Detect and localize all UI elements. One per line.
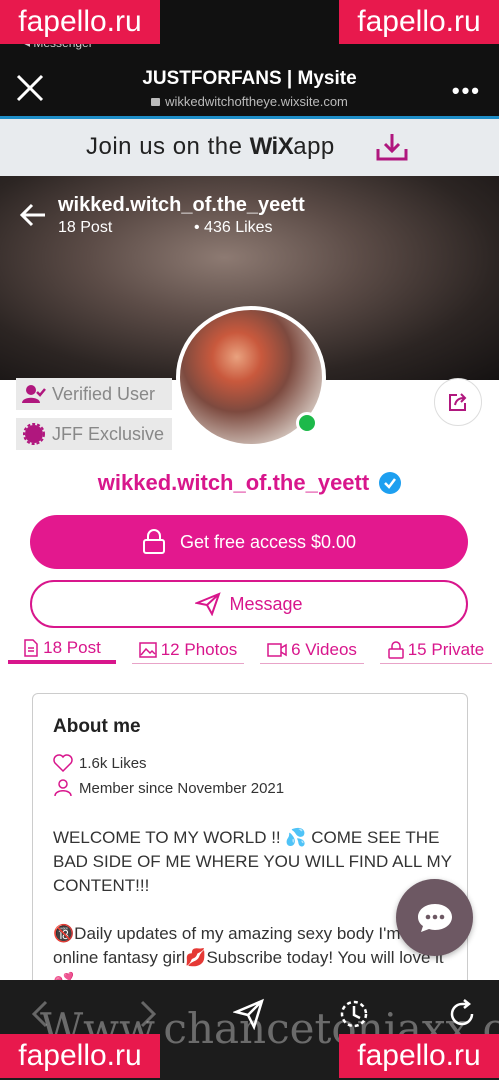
document-icon	[24, 639, 38, 657]
about-card: About me 1.6k Likes Member since Novembe…	[32, 693, 468, 993]
user-icon	[54, 779, 72, 797]
browser-page-title: JUSTFORFANS | Mysite	[142, 68, 357, 89]
more-options-icon[interactable]: •••	[452, 78, 481, 104]
tab-photos[interactable]: 12 Photos	[132, 636, 244, 664]
watermark-bottom-left: fapello.ru	[0, 1034, 160, 1078]
about-bio: WELCOME TO MY WORLD !! 💦 COME SEE THE BA…	[53, 828, 452, 991]
jff-exclusive-label: JFF Exclusive	[52, 423, 165, 444]
wix-app-banner[interactable]: Join us on the WiXapp	[0, 116, 499, 176]
cover-like-count: • 436 Likes	[194, 219, 273, 236]
lock-icon	[387, 640, 404, 659]
verified-check-icon	[379, 472, 402, 494]
tab-videos-label: 6 Videos	[291, 639, 357, 659]
cover-post-count: 18 Post	[58, 219, 113, 236]
tab-posts-label: 18 Post	[43, 638, 101, 657]
tab-photos-label: 12 Photos	[160, 639, 238, 659]
chat-bubble-icon	[417, 903, 452, 932]
download-icon[interactable]	[374, 131, 410, 163]
verified-user-badge: Verified User	[16, 378, 172, 410]
profile-username-text: wikked.witch_of.the_yeett	[97, 470, 370, 495]
browser-url: wikkedwitchoftheye.wixsite.com	[0, 94, 499, 109]
profile-username: wikked.witch_of.the_yeett	[0, 470, 499, 496]
message-button[interactable]: Message	[30, 580, 468, 628]
share-icon	[449, 393, 467, 411]
exclusive-seal-icon	[23, 423, 45, 445]
tab-private[interactable]: 15 Private	[380, 636, 492, 664]
cover-username: wikked.witch_of.the_yeett	[58, 194, 305, 216]
tab-posts[interactable]: 18 Post	[8, 636, 116, 664]
video-icon	[267, 642, 287, 657]
watermark-top-left: fapello.ru	[0, 0, 160, 44]
image-icon	[138, 641, 157, 658]
about-member-since-text: Member since November 2021	[79, 779, 285, 797]
message-label: Message	[229, 593, 303, 614]
tab-private-label: 15 Private	[407, 639, 485, 659]
heart-icon	[53, 754, 73, 772]
chat-button[interactable]	[396, 879, 473, 956]
send-icon	[195, 592, 222, 616]
jff-exclusive-badge: JFF Exclusive	[16, 418, 172, 450]
back-arrow-icon[interactable]	[18, 200, 48, 230]
about-member-since: Member since November 2021	[53, 779, 284, 797]
verified-user-label: Verified User	[52, 383, 156, 404]
share-button[interactable]	[434, 378, 482, 426]
about-likes: 1.6k Likes	[53, 754, 147, 772]
lock-icon	[142, 529, 165, 554]
get-free-access-button[interactable]: Get free access $0.00	[30, 515, 468, 569]
browser-url-text: wikkedwitchoftheye.wixsite.com	[165, 94, 348, 109]
online-status-dot	[296, 412, 318, 434]
about-likes-text: 1.6k Likes	[79, 754, 147, 772]
verified-user-icon	[22, 385, 46, 403]
about-title: About me	[53, 716, 141, 737]
lock-icon	[151, 98, 161, 106]
tab-videos[interactable]: 6 Videos	[260, 636, 364, 664]
content-tabs: 18 Post 12 Photos 6 Videos 15 Private	[8, 636, 492, 666]
watermark-top-right: fapello.ru	[339, 0, 499, 44]
get-free-access-label: Get free access $0.00	[179, 531, 357, 552]
wix-banner-text: Join us on the WiXapp	[86, 133, 335, 160]
watermark-bottom-right: fapello.ru	[339, 1034, 499, 1078]
